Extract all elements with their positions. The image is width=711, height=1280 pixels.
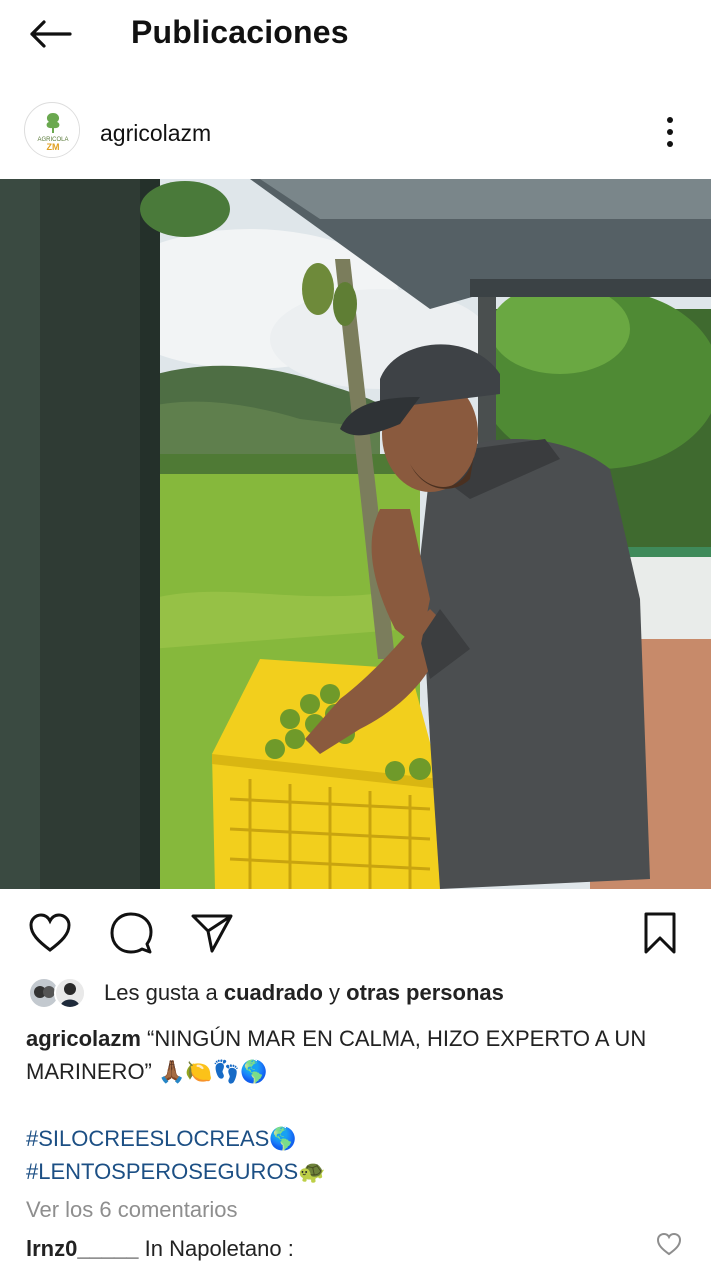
top-bar: Publicaciones [0,0,711,68]
comment-username[interactable]: lrnz0_____ [26,1236,139,1261]
page-title: Publicaciones [131,14,349,50]
save-button[interactable] [636,909,684,957]
view-comments-link[interactable]: Ver los 6 comentarios [26,1197,238,1223]
comment-icon [110,912,153,954]
send-icon [191,914,233,953]
post-photo[interactable] [0,179,711,889]
post-header: AGRICOLA ZM agricolazm [0,96,711,170]
post-username[interactable]: agricolazm [100,120,211,147]
likes-text: Les gusta a cuadrado y otras personas [104,980,504,1006]
more-vertical-icon [667,117,673,147]
likes-connector: y [322,980,347,1005]
hashtag-link[interactable]: #LENTOSPEROSEGUROS🐢 [26,1155,326,1188]
more-options-button[interactable] [652,112,688,152]
comment-preview: lrnz0_____ In Napoletano : [26,1236,294,1262]
likes-others[interactable]: otras personas [346,980,504,1005]
post-image [0,179,711,889]
likes-prefix: Les gusta a [104,980,224,1005]
post-actions [0,905,711,961]
likes-summary[interactable]: Les gusta a cuadrado y otras personas [28,975,688,1011]
heart-icon [656,1232,682,1256]
heart-icon [29,913,71,952]
hashtags: #SILOCREESLOCREAS🌎 #LENTOSPEROSEGUROS🐢 [26,1122,326,1188]
post-caption: agricolazm “NINGÚN MAR EN CALMA, HIZO EX… [26,1022,686,1088]
caption-username[interactable]: agricolazm [26,1026,141,1051]
arrow-left-icon [30,20,72,48]
comment-button[interactable] [107,909,155,957]
liker-avatar [54,977,86,1009]
avatar-monogram: ZM [47,142,60,152]
share-button[interactable] [188,909,236,957]
comment-text: In Napoletano : [138,1236,294,1261]
comment-like-button[interactable] [656,1232,686,1262]
like-button[interactable] [26,909,74,957]
bookmark-icon [644,912,676,954]
avatar[interactable]: AGRICOLA ZM [24,102,80,158]
back-button[interactable] [26,12,74,56]
hashtag-link[interactable]: #SILOCREESLOCREAS🌎 [26,1122,326,1155]
liker-username[interactable]: cuadrado [224,980,323,1005]
